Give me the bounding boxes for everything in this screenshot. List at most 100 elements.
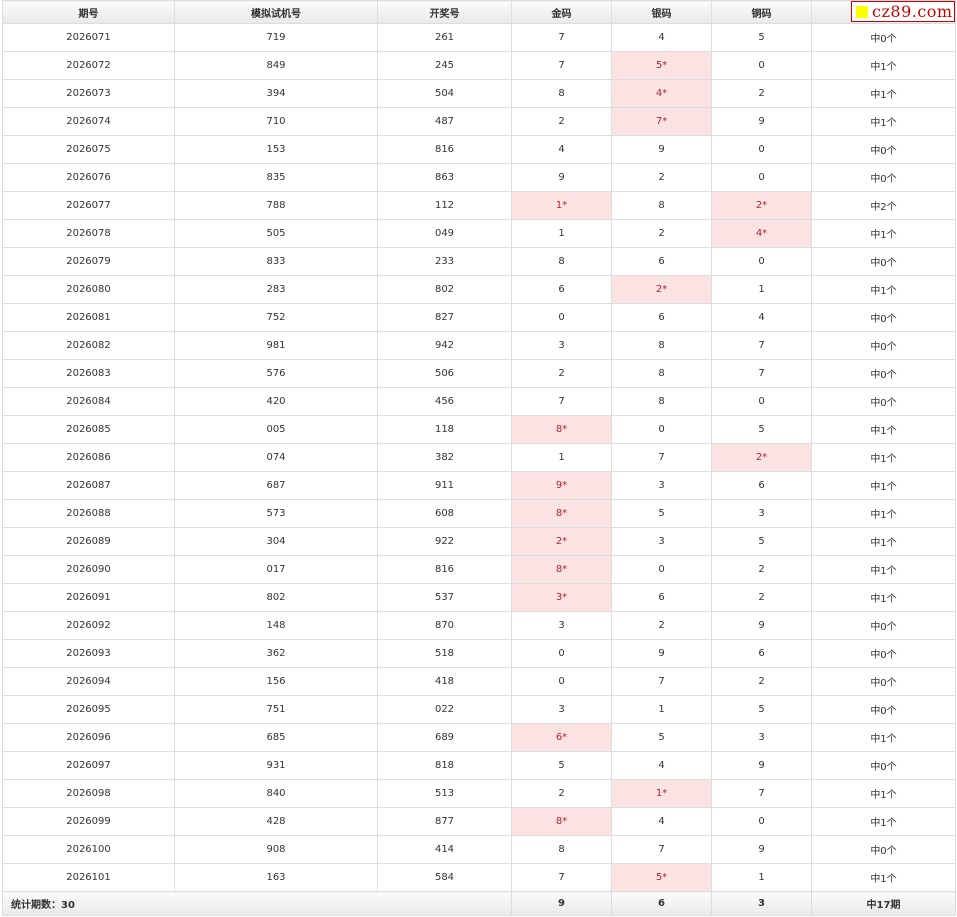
cell-silver: 4* [611,79,712,108]
cell-sim-number: 017 [174,555,378,584]
cell-copper: 0 [711,163,812,192]
cell-draw-number: 827 [377,303,512,332]
cell-copper: 2 [711,667,812,696]
cell-gold: 3 [511,611,612,640]
cell-issue: 2026093 [2,639,175,668]
cell-sim-number: 840 [174,779,378,808]
cell-gold: 2 [511,359,612,388]
cell-issue: 2026089 [2,527,175,556]
cell-sim-number: 751 [174,695,378,724]
table-row: 2026079 833 233 8 6 0 中0个 [2,247,956,276]
cell-issue: 2026075 [2,135,175,164]
cell-sim-number: 835 [174,163,378,192]
cell-sim-number: 981 [174,331,378,360]
cell-issue: 2026100 [2,835,175,864]
cell-issue: 2026099 [2,807,175,836]
table-header: 期号 模拟试机号 开奖号 金码 银码 铜码 [2,0,956,24]
table-row: 2026095 751 022 3 1 5 中0个 [2,695,956,724]
cell-gold: 8* [511,807,612,836]
cell-issue: 2026073 [2,79,175,108]
cell-copper: 4* [711,219,812,248]
cell-silver: 2 [611,611,712,640]
cell-result: 中1个 [811,79,956,108]
cell-copper: 9 [711,611,812,640]
cell-copper: 3 [711,723,812,752]
cell-draw-number: 504 [377,79,512,108]
cell-draw-number: 518 [377,639,512,668]
cell-issue: 2026078 [2,219,175,248]
cell-sim-number: 005 [174,415,378,444]
header-sim-number[interactable]: 模拟试机号 [174,0,378,24]
cell-sim-number: 074 [174,443,378,472]
cell-silver: 8 [611,359,712,388]
cell-gold: 0 [511,303,612,332]
cell-silver: 5 [611,499,712,528]
cell-gold: 2* [511,527,612,556]
cell-gold: 7 [511,51,612,80]
cell-result: 中0个 [811,359,956,388]
cell-issue: 2026090 [2,555,175,584]
cell-draw-number: 118 [377,415,512,444]
cell-silver: 9 [611,639,712,668]
cell-silver: 7* [611,107,712,136]
header-silver[interactable]: 银码 [611,0,712,24]
header-draw-number[interactable]: 开奖号 [377,0,512,24]
cell-draw-number: 418 [377,667,512,696]
table-row: 2026074 710 487 2 7* 9 中1个 [2,107,956,136]
footer-hit-total: 中17期 [811,891,956,916]
table-row: 2026097 931 818 5 4 9 中0个 [2,751,956,780]
cell-draw-number: 261 [377,23,512,52]
cell-result: 中0个 [811,331,956,360]
cell-issue: 2026096 [2,723,175,752]
cell-draw-number: 816 [377,555,512,584]
cell-gold: 8 [511,835,612,864]
cell-gold: 7 [511,23,612,52]
cell-draw-number: 245 [377,51,512,80]
cell-sim-number: 710 [174,107,378,136]
results-table: 期号 模拟试机号 开奖号 金码 银码 铜码 2026071 719 261 7 4 5 中0… [2,0,956,916]
cell-issue: 2026092 [2,611,175,640]
header-issue[interactable]: 期号 [2,0,175,24]
table-row: 2026091 802 537 3* 6 2 中1个 [2,583,956,612]
table-body: 2026071 719 261 7 4 5 中0个 2026072 849 245 7 5* 0 中1个 2… [2,23,956,892]
cell-result: 中0个 [811,303,956,332]
cell-draw-number: 382 [377,443,512,472]
cell-draw-number: 513 [377,779,512,808]
table-row: 2026090 017 816 8* 0 2 中1个 [2,555,956,584]
table-row: 2026086 074 382 1 7 2* 中1个 [2,443,956,472]
cell-gold: 1* [511,191,612,220]
cell-gold: 3 [511,695,612,724]
cell-silver: 7 [611,835,712,864]
cell-issue: 2026071 [2,23,175,52]
cell-sim-number: 163 [174,863,378,892]
cell-silver: 8 [611,331,712,360]
cell-result: 中0个 [811,751,956,780]
cell-draw-number: 689 [377,723,512,752]
cell-issue: 2026094 [2,667,175,696]
cell-sim-number: 788 [174,191,378,220]
footer-gold-total: 9 [511,891,612,916]
cell-copper: 2* [711,191,812,220]
table-row: 2026083 576 506 2 8 7 中0个 [2,359,956,388]
cell-gold: 3 [511,331,612,360]
header-gold[interactable]: 金码 [511,0,612,24]
cell-sim-number: 428 [174,807,378,836]
table-row: 2026081 752 827 0 6 4 中0个 [2,303,956,332]
table-row: 2026101 163 584 7 5* 1 中1个 [2,863,956,892]
table-row: 2026085 005 118 8* 0 5 中1个 [2,415,956,444]
site-logo[interactable]: cz89.com [851,1,955,22]
table-row: 2026076 835 863 9 2 0 中0个 [2,163,956,192]
cell-copper: 5 [711,695,812,724]
cell-copper: 3 [711,499,812,528]
cell-copper: 0 [711,807,812,836]
header-copper[interactable]: 铜码 [711,0,812,24]
cell-issue: 2026091 [2,583,175,612]
cell-gold: 1 [511,443,612,472]
cell-result: 中0个 [811,611,956,640]
cell-silver: 0 [611,415,712,444]
cell-result: 中0个 [811,667,956,696]
cell-gold: 9 [511,163,612,192]
cell-draw-number: 802 [377,275,512,304]
cell-sim-number: 833 [174,247,378,276]
cell-draw-number: 537 [377,583,512,612]
